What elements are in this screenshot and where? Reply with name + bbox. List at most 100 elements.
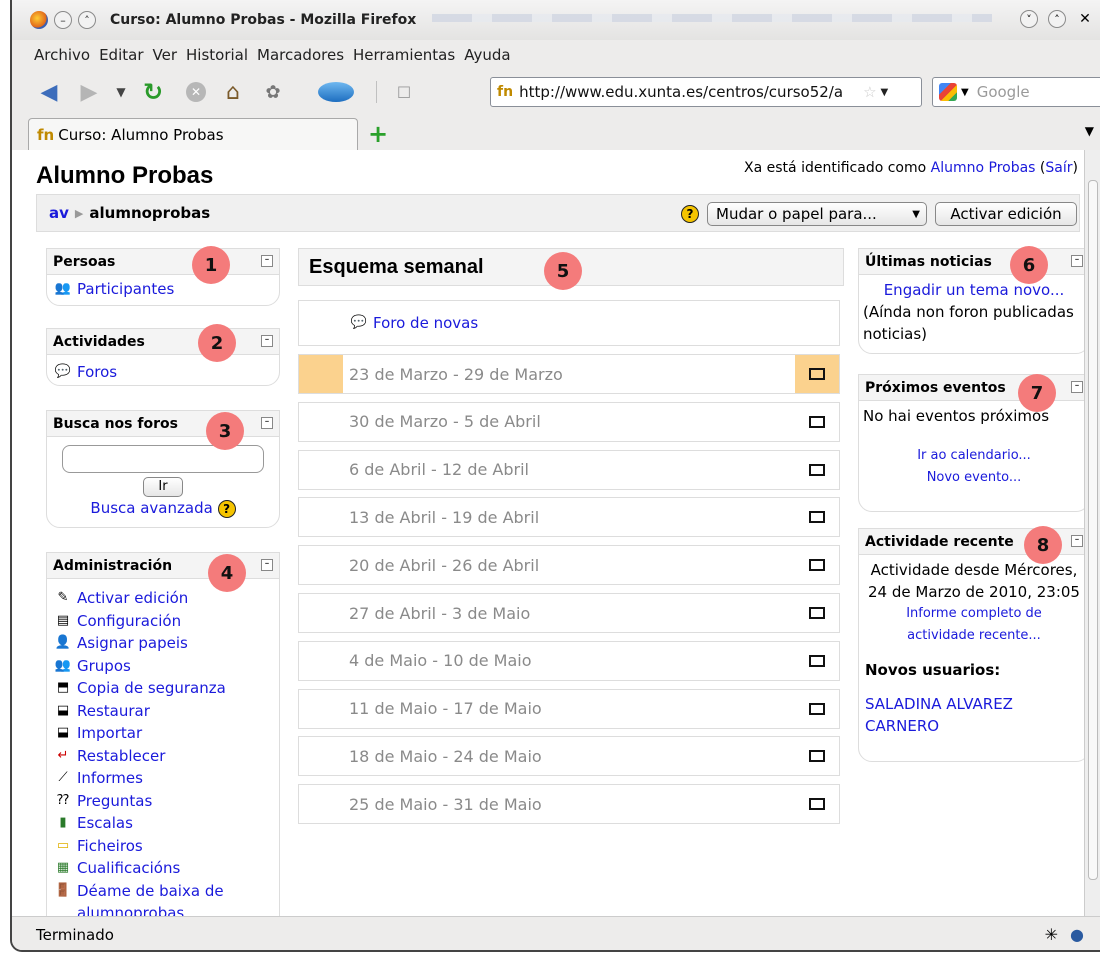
section-0: 💬 Foro de novas: [298, 300, 840, 346]
collapse-icon[interactable]: –: [261, 255, 273, 267]
week-section: 13 de Abril - 19 de Abril: [298, 497, 840, 538]
forward-arrow-icon[interactable]: ▶: [72, 75, 106, 109]
people-block-title: Persoas: [53, 253, 116, 270]
menu-historial[interactable]: Historial: [186, 46, 248, 64]
close-icon[interactable]: ✕: [1076, 10, 1094, 28]
forum-search-go-button[interactable]: Ir: [143, 477, 183, 497]
admin-item-restaurar[interactable]: ⬓ Restaurar: [47, 700, 279, 723]
new-tab-icon[interactable]: +: [368, 120, 388, 148]
week-show-only-toggle[interactable]: [795, 642, 839, 680]
maximize-icon[interactable]: ˄: [1048, 10, 1066, 28]
menu-editar[interactable]: Editar: [99, 46, 143, 64]
admin-item-escalas[interactable]: ▮ Escalas: [47, 812, 279, 835]
tab-curso[interactable]: fn Curso: Alumno Probas: [28, 118, 358, 150]
admin-item-informes[interactable]: ⟋ Informes: [47, 767, 279, 790]
forums-link[interactable]: 💬 Foros: [47, 361, 279, 383]
back-arrow-icon[interactable]: ◀: [32, 75, 66, 109]
admin-item-cualificacions[interactable]: ▦ Cualificacións: [47, 857, 279, 880]
url-dropdown-icon[interactable]: ▼: [881, 87, 889, 98]
collapse-icon[interactable]: –: [1071, 535, 1083, 547]
menu-archivo[interactable]: Archivo: [34, 46, 90, 64]
admin-item-restablecer[interactable]: ↵ Restablecer: [47, 745, 279, 768]
stop-icon[interactable]: ✕: [186, 82, 206, 102]
week-show-only-toggle[interactable]: [795, 594, 839, 632]
switch-role-select[interactable]: Mudar o papel para... ▼: [707, 202, 927, 226]
bug-icon[interactable]: ✳: [1045, 925, 1058, 944]
extension-icon[interactable]: [318, 82, 354, 102]
breadcrumb-home-link[interactable]: av: [49, 204, 69, 222]
calendar-link[interactable]: Ir ao calendario...: [859, 445, 1086, 467]
help-icon[interactable]: ?: [217, 500, 236, 518]
admin-item-unenrol[interactable]: 🚪 Déame de baixa de alumnoprobas: [47, 880, 279, 917]
search-engine-dropdown-icon[interactable]: ▼: [961, 87, 969, 98]
callout-badge: 3: [206, 412, 244, 450]
logout-close: ): [1072, 160, 1078, 176]
menu-ayuda[interactable]: Ayuda: [464, 46, 510, 64]
full-report-link[interactable]: Informe completo de actividade recente..…: [859, 603, 1086, 647]
week-show-only-toggle[interactable]: [795, 546, 839, 584]
admin-item-importar[interactable]: ⬓ Importar: [47, 722, 279, 745]
bookmark-icon[interactable]: ✿: [256, 75, 290, 109]
week-show-only-toggle[interactable]: [795, 403, 839, 441]
menu-ver[interactable]: Ver: [153, 46, 178, 64]
week-label: 13 de Abril - 19 de Abril: [349, 507, 540, 527]
admin-item-activar-edicion[interactable]: ✎ Activar edición: [47, 587, 279, 610]
collapse-icon[interactable]: –: [1071, 381, 1083, 393]
star-icon[interactable]: ☆: [863, 83, 876, 101]
activity-since-text: Actividade desde Mércores, 24 de Marzo d…: [868, 561, 1080, 601]
minimize-circle-icon[interactable]: –: [54, 11, 72, 29]
search-input[interactable]: Google: [977, 83, 1030, 101]
news-forum-link[interactable]: 💬 Foro de novas: [343, 312, 478, 334]
page-content: Alumno Probas Xa está identificado como …: [12, 150, 1086, 916]
collapse-icon[interactable]: –: [261, 335, 273, 347]
collapse-icon[interactable]: –: [1071, 255, 1083, 267]
admin-item-grupos[interactable]: 👥 Grupos: [47, 655, 279, 678]
admin-item-label: Copia de seguranza: [77, 679, 226, 697]
url-text[interactable]: http://www.edu.xunta.es/centros/curso52/…: [519, 83, 859, 101]
help-icon[interactable]: ?: [681, 205, 699, 223]
collapse-icon[interactable]: –: [261, 559, 273, 571]
toolbar-separator: [376, 81, 377, 103]
admin-item-label: Asignar papeis: [77, 634, 188, 652]
reload-icon[interactable]: ↻: [136, 75, 170, 109]
shade-icon[interactable]: ˄: [78, 11, 96, 29]
admin-item-configuracion[interactable]: ▤ Configuración: [47, 610, 279, 633]
week-show-only-toggle[interactable]: [795, 785, 839, 823]
week-show-only-toggle[interactable]: [795, 690, 839, 728]
admin-item-copia-de-seguranza[interactable]: ⬒ Copia de seguranza: [47, 677, 279, 700]
user-link[interactable]: Alumno Probas: [931, 160, 1036, 176]
show-week-icon: [809, 368, 825, 380]
week-show-only-toggle[interactable]: [795, 451, 839, 489]
google-search-icon[interactable]: [939, 83, 957, 101]
menu-marcadores[interactable]: Marcadores: [257, 46, 344, 64]
home-icon[interactable]: ⌂: [216, 75, 250, 109]
admin-item-asignar-papeis[interactable]: 👤 Asignar papeis: [47, 632, 279, 655]
add-topic-link[interactable]: Engadir un tema novo...: [863, 279, 1085, 301]
scrollbar-thumb[interactable]: [1088, 180, 1098, 880]
url-bar[interactable]: fn http://www.edu.xunta.es/centros/curso…: [490, 77, 922, 107]
tab-list-dropdown-icon[interactable]: ▼: [1085, 124, 1094, 138]
admin-item-preguntas[interactable]: ⁇ Preguntas: [47, 790, 279, 813]
history-dropdown-icon[interactable]: ▼: [112, 75, 130, 109]
scales-icon: ▮: [59, 815, 67, 830]
minimize-icon[interactable]: ˅: [1020, 10, 1038, 28]
forum-search-input[interactable]: [62, 445, 264, 473]
menu-herramientas[interactable]: Herramientas: [353, 46, 455, 64]
participants-link[interactable]: 👥 Participantes: [47, 278, 279, 300]
new-user-link[interactable]: SALADINA ALVAREZ CARNERO: [859, 679, 1086, 737]
turn-editing-on-button[interactable]: Activar edición: [935, 202, 1077, 226]
security-icon[interactable]: ●: [1070, 925, 1084, 944]
week-left-cell: [299, 451, 343, 489]
week-show-only-toggle[interactable]: [795, 498, 839, 536]
status-text: Terminado: [36, 925, 114, 944]
new-event-link[interactable]: Novo evento...: [859, 467, 1086, 489]
admin-item-ficheiros[interactable]: ▭ Ficheiros: [47, 835, 279, 858]
week-show-only-toggle[interactable]: [795, 737, 839, 775]
search-bar[interactable]: ▼ Google: [932, 77, 1100, 107]
collapse-icon[interactable]: –: [261, 417, 273, 429]
vertical-scrollbar[interactable]: [1084, 150, 1100, 916]
logout-link[interactable]: Saír: [1045, 160, 1072, 176]
bookmark-page-icon[interactable]: ☐: [387, 75, 421, 109]
advanced-search-link[interactable]: Busca avanzada: [90, 499, 212, 517]
week-show-only-toggle[interactable]: [795, 355, 839, 393]
